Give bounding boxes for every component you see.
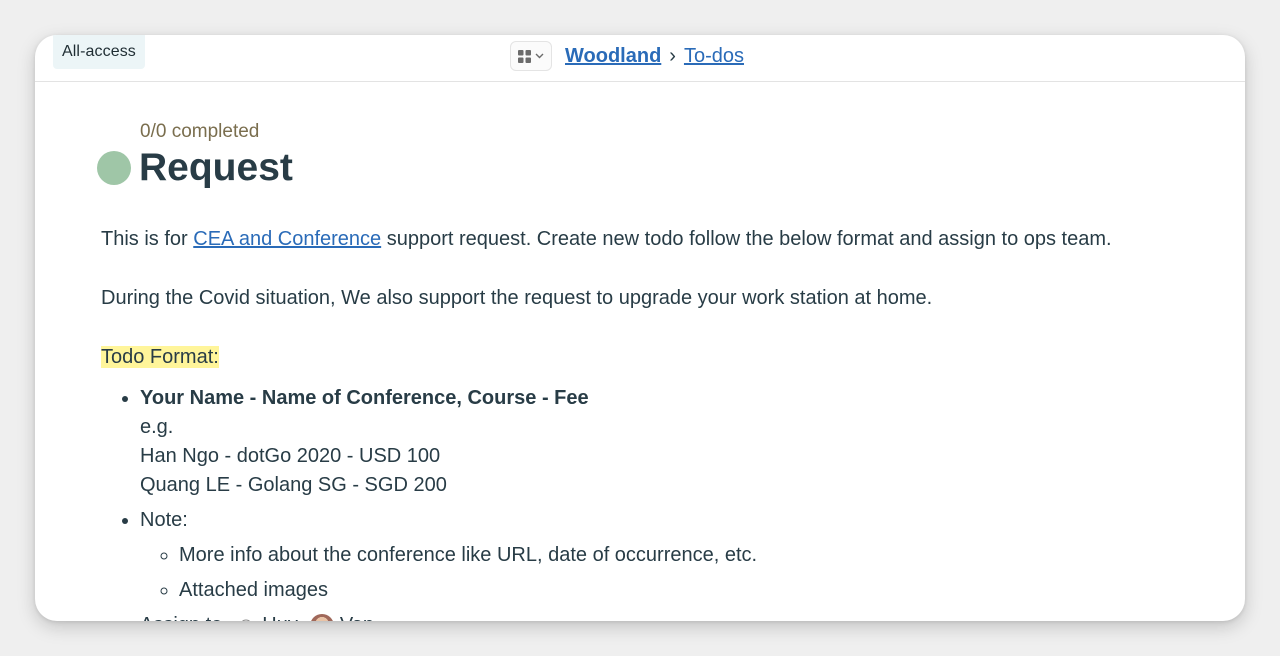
example-line: Quang LE - Golang SG - SGD 200 [140,474,447,496]
example-label: e.g. [140,416,174,438]
list-item: More info about the conference like URL,… [179,541,757,570]
breadcrumb-project-link[interactable]: Woodland [565,45,661,68]
assignee-name[interactable]: Huy [262,611,298,621]
top-bar: All-access Woodland › To-dos [35,35,1245,82]
example-line: Han Ngo - dotGo 2020 - USD 100 [140,445,441,467]
progress-text: 0/0 completed [140,121,260,142]
note-label: Note: [140,509,188,531]
format-heading: Todo Format: [101,344,219,370]
page-title: Request [139,146,293,189]
status-dot-icon[interactable] [97,151,131,185]
breadcrumb-section-link[interactable]: To-dos [684,45,744,68]
breadcrumb: Woodland › To-dos [510,41,744,71]
access-badge: All-access [53,35,145,69]
project-switcher-button[interactable] [510,41,552,71]
format-heading-highlight: Todo Format: [101,346,219,368]
grid-icon [518,49,531,63]
format-list: Your Name - Name of Conference, Course -… [101,384,757,621]
assign-label: Assign to [140,611,222,621]
note-sublist: More info about the conference like URL,… [140,541,757,605]
cea-conference-link[interactable]: CEA and Conference [193,228,381,250]
covid-paragraph: During the Covid situation, We also supp… [101,287,933,309]
list-item: Your Name - Name of Conference, Course -… [140,384,757,500]
photo-avatar[interactable] [309,613,334,621]
intro-paragraph: This is for CEA and Conference support r… [101,226,1112,252]
breadcrumb-separator: › [669,44,676,67]
format-line-heading: Your Name - Name of Conference, Course -… [140,387,589,409]
todo-window: All-access Woodland › To-dos 0/0 complet… [35,35,1245,621]
intro-text-after: support request. Create new todo follow … [381,228,1112,250]
assignee-name[interactable]: Van [340,611,374,621]
assign-row: Assign to Huy Van [140,611,374,621]
list-item: Assign to Huy Van [140,611,757,621]
list-item: Attached images [179,576,757,605]
title-row: Request [97,145,293,191]
intro-text-before: This is for [101,228,194,250]
placeholder-avatar-icon[interactable] [236,616,256,621]
list-item: Note: More info about the conference lik… [140,506,757,605]
chevron-down-icon [535,53,544,59]
